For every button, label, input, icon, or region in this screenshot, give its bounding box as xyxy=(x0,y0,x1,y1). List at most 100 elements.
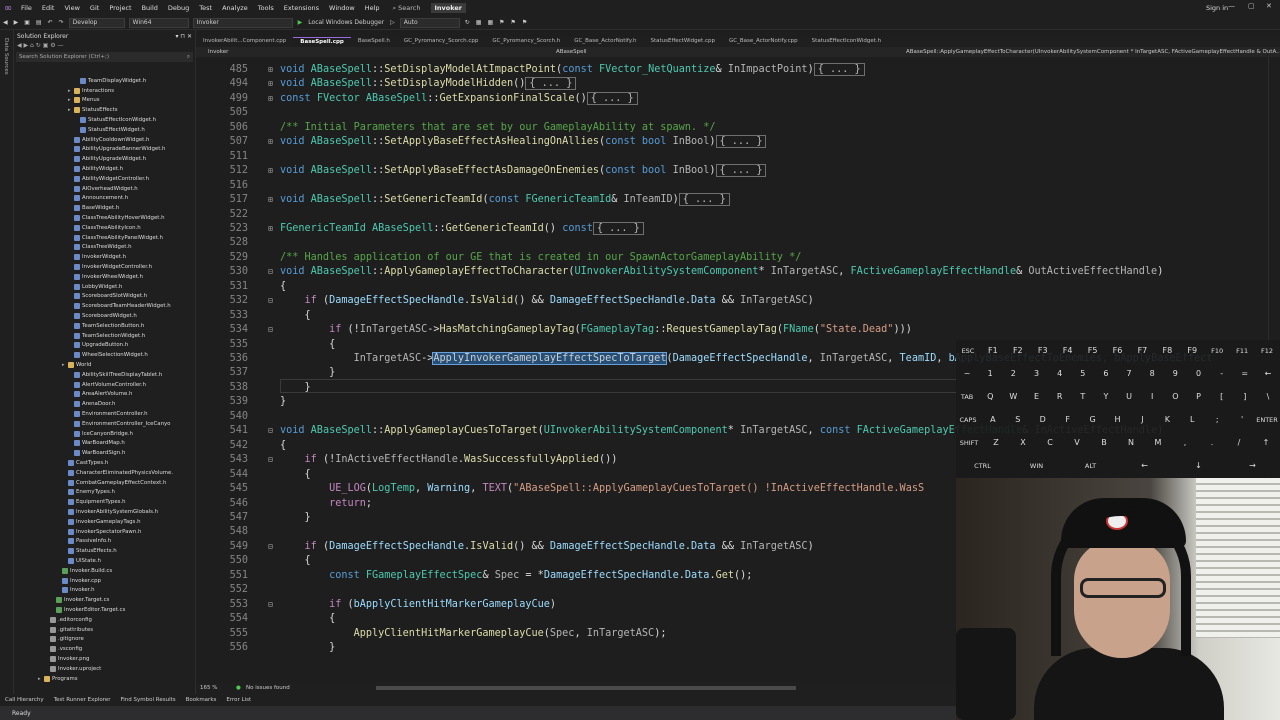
collapse-icon[interactable]: ⊟ xyxy=(268,540,273,554)
menu-item-extensions[interactable]: Extensions xyxy=(279,4,324,12)
tree-item[interactable]: ▸ StatusEffects xyxy=(14,105,195,115)
menu-item-git[interactable]: Git xyxy=(85,4,104,12)
tree-item[interactable]: TeamDisplayWidget.h xyxy=(14,76,195,86)
tree-item[interactable]: InvokerWidget.h xyxy=(14,252,195,262)
tree-item[interactable]: AbilityUpgradeWidget.h xyxy=(14,154,195,164)
expand-icon[interactable]: ⊞ xyxy=(268,92,273,106)
key-w[interactable]: W xyxy=(1002,386,1024,407)
tree-item[interactable]: ScoreboardSlotWidget.h xyxy=(14,292,195,302)
platform-dropdown[interactable]: Win64 xyxy=(128,17,189,28)
tree-item[interactable]: StatusEffectWidget.h xyxy=(14,125,195,135)
key-←[interactable]: ← xyxy=(1118,455,1171,476)
key-win[interactable]: WIN xyxy=(1010,455,1063,476)
tree-item[interactable]: ClassTreeAbilityIcon.h xyxy=(14,223,195,233)
tab-gc-pyromancy-scorch-cpp[interactable]: GC_Pyromancy_Scorch.cpp xyxy=(397,37,485,47)
menu-item-test[interactable]: Test xyxy=(194,4,217,12)
tree-item[interactable]: InvokerSpectatorPawn.h xyxy=(14,527,195,537)
menu-item-edit[interactable]: Edit xyxy=(37,4,60,12)
tab-gc-base-actornotify-h[interactable]: GC_Base_ActorNotify.h xyxy=(567,37,643,47)
tab-gc-base-actornotify-cpp[interactable]: GC_Base_ActorNotify.cpp xyxy=(722,37,805,47)
key-7[interactable]: 7 xyxy=(1118,363,1140,384)
tree-item[interactable]: CastTypes.h xyxy=(14,458,195,468)
key-l[interactable]: L xyxy=(1180,409,1204,430)
sign-in-link[interactable]: Sign in xyxy=(1206,4,1228,12)
tree-item[interactable]: ▸ World xyxy=(14,360,195,370)
key--[interactable]: - xyxy=(1211,363,1233,384)
key-h[interactable]: H xyxy=(1106,409,1130,430)
menu-item-analyze[interactable]: Analyze xyxy=(217,4,253,12)
solution-search-input[interactable]: Search Solution Explorer (Ctrl+;) ⌕ xyxy=(16,52,193,62)
zoom-level[interactable]: 165 % xyxy=(200,685,217,691)
run-without-debug-icon[interactable]: ▷ xyxy=(387,19,398,26)
key-f3[interactable]: F3 xyxy=(1031,340,1055,361)
toolbar-tool-icon[interactable]: ▦ xyxy=(484,19,496,26)
menu-item-tools[interactable]: Tools xyxy=(253,4,279,12)
key-←[interactable]: ← xyxy=(1257,363,1279,384)
run-debugger-button[interactable]: Local Windows Debugger xyxy=(305,19,387,26)
collapse-icon[interactable]: ⊟ xyxy=(268,265,273,279)
key-.[interactable]: . xyxy=(1199,432,1225,453)
key-[[interactable]: [ xyxy=(1211,386,1233,407)
tab-basespell-cpp[interactable]: BaseSpell.cpp xyxy=(293,37,351,47)
key-~[interactable]: ~ xyxy=(956,363,978,384)
tree-item[interactable]: ClassTreeAbilityPanelWidget.h xyxy=(14,233,195,243)
key-i[interactable]: I xyxy=(1141,386,1163,407)
key-esc[interactable]: ESC xyxy=(956,340,980,361)
tree-item[interactable]: UIState.h xyxy=(14,556,195,566)
tree-item[interactable]: AbilityWidgetController.h xyxy=(14,174,195,184)
key-o[interactable]: O xyxy=(1164,386,1186,407)
tree-item[interactable]: ClassTreeAbilityHoverWidget.h xyxy=(14,213,195,223)
tree-item[interactable]: IceCanyonBridge.h xyxy=(14,429,195,439)
tree-item[interactable]: StatusEffectIconWidget.h xyxy=(14,115,195,125)
data-sources-tab[interactable]: Data Sources xyxy=(3,38,9,75)
expand-icon[interactable]: ⊞ xyxy=(268,164,273,178)
collapse-icon[interactable]: ⊟ xyxy=(268,453,273,467)
collapse-icon[interactable]: ⊟ xyxy=(268,294,273,308)
key-b[interactable]: B xyxy=(1091,432,1117,453)
tree-item[interactable]: .vsconfig xyxy=(14,644,195,654)
tree-item[interactable]: LobbyWidget.h xyxy=(14,282,195,292)
tab-statuseffectwidget-cpp[interactable]: StatusEffectWidget.cpp xyxy=(643,37,721,47)
key-n[interactable]: N xyxy=(1118,432,1144,453)
tree-item[interactable]: ▸ Menus xyxy=(14,96,195,106)
minimize-button[interactable]: — xyxy=(1228,2,1235,10)
tree-item[interactable]: ▸ Programs xyxy=(14,674,195,684)
auto-dropdown[interactable]: Auto xyxy=(399,17,460,28)
tree-item[interactable]: EnvironmentController.h xyxy=(14,409,195,419)
expand-icon[interactable]: ⊞ xyxy=(268,222,273,236)
tree-item[interactable]: ▸ Interactions xyxy=(14,86,195,96)
new-file-icon[interactable]: ▣ xyxy=(21,19,33,26)
tree-item[interactable]: InvokerGameplayTags.h xyxy=(14,517,195,527)
key-r[interactable]: R xyxy=(1049,386,1071,407)
refresh-icon[interactable]: ↻ xyxy=(462,19,473,26)
expand-icon[interactable]: ⊞ xyxy=(268,135,273,149)
tree-item[interactable]: InvokerWidgetController.h xyxy=(14,262,195,272)
tree-item[interactable]: CombatGameplayEffectContext.h xyxy=(14,478,195,488)
key-g[interactable]: G xyxy=(1081,409,1105,430)
key-5[interactable]: 5 xyxy=(1072,363,1094,384)
key-s[interactable]: S xyxy=(1006,409,1030,430)
play-icon[interactable]: ▶ xyxy=(295,19,306,26)
tree-item[interactable]: WarBoardMap.h xyxy=(14,438,195,448)
key-alt[interactable]: ALT xyxy=(1064,455,1117,476)
collapse-icon[interactable]: ⊟ xyxy=(268,598,273,612)
issues-status[interactable]: No issues found xyxy=(246,685,290,691)
horizontal-scrollbar[interactable] xyxy=(376,686,796,690)
menu-item-debug[interactable]: Debug xyxy=(163,4,194,12)
key-f5[interactable]: F5 xyxy=(1081,340,1105,361)
pin-icon[interactable]: ▾ ⊓ ✕ xyxy=(175,33,192,40)
tree-item[interactable]: AIOverheadWidget.h xyxy=(14,184,195,194)
tree-item[interactable]: ScoreboardWidget.h xyxy=(14,311,195,321)
key-f6[interactable]: F6 xyxy=(1106,340,1130,361)
tree-item[interactable]: StatusEffects.h xyxy=(14,546,195,556)
tree-item[interactable]: AbilitySkillTreeDisplayTablet.h xyxy=(14,370,195,380)
tree-item[interactable]: TeamSelectionButton.h xyxy=(14,321,195,331)
bookmark-icon[interactable]: ⚑ xyxy=(508,19,519,26)
key-k[interactable]: K xyxy=(1155,409,1179,430)
key-caps[interactable]: CAPS xyxy=(956,409,980,430)
tree-item[interactable]: Announcement.h xyxy=(14,194,195,204)
key-'[interactable]: ' xyxy=(1230,409,1254,430)
bookmark-icon[interactable]: ⚑ xyxy=(496,19,507,26)
key-c[interactable]: C xyxy=(1037,432,1063,453)
key-f8[interactable]: F8 xyxy=(1155,340,1179,361)
